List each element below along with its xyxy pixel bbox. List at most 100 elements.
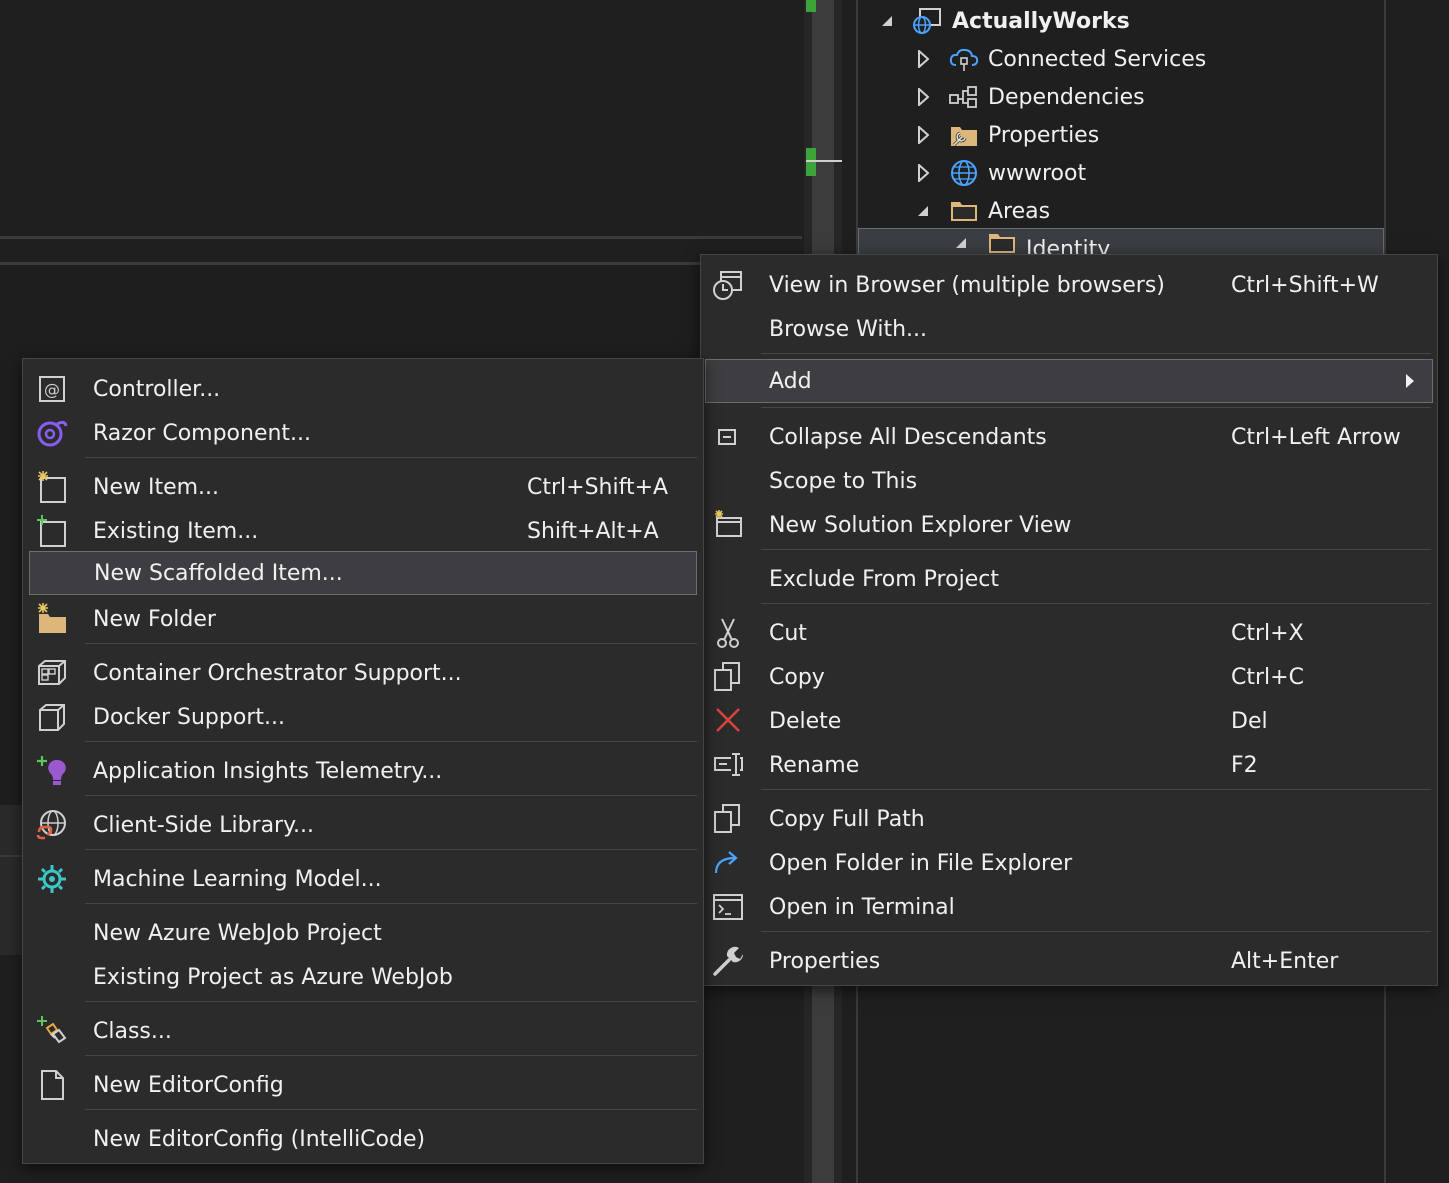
tree-item-label: Connected Services	[988, 46, 1207, 72]
caret-marker	[806, 160, 842, 162]
web-project-icon	[912, 7, 944, 35]
menu-separator	[761, 931, 1431, 932]
menu-item-cut[interactable]: Cut Ctrl+X	[701, 611, 1437, 655]
terminal-icon	[711, 890, 745, 924]
bottom-panel	[0, 805, 24, 955]
scissors-icon	[711, 616, 745, 650]
app-insights-icon	[35, 754, 69, 788]
expanded-arrow-icon[interactable]	[912, 204, 934, 218]
menu-separator	[761, 549, 1431, 550]
menu-separator	[85, 741, 697, 742]
view-in-browser-icon	[711, 268, 745, 302]
ml-model-icon	[35, 862, 69, 896]
editor-pane	[0, 0, 802, 236]
menu-item-delete[interactable]: Delete Del	[701, 699, 1437, 743]
submenu-item-class[interactable]: Class...	[23, 1009, 703, 1053]
menu-separator	[761, 353, 1431, 354]
submenu-item-new-item[interactable]: New Item... Ctrl+Shift+A	[23, 465, 703, 509]
submenu-item-existing-item[interactable]: Existing Item... Shift+Alt+A	[23, 509, 703, 553]
menu-item-add[interactable]: Add	[705, 359, 1433, 403]
razor-icon	[35, 416, 69, 450]
menu-item-exclude-from-project[interactable]: Exclude From Project	[701, 557, 1437, 601]
menu-separator	[85, 903, 697, 904]
submenu-item-new-azure-webjob[interactable]: New Azure WebJob Project	[23, 911, 703, 955]
class-icon	[35, 1014, 69, 1048]
collapsed-arrow-icon[interactable]	[912, 126, 934, 144]
submenu-item-ml-model[interactable]: Machine Learning Model...	[23, 857, 703, 901]
dependencies-icon	[948, 83, 980, 111]
panel-divider	[0, 855, 24, 857]
submenu-item-client-side-library[interactable]: Client-Side Library...	[23, 803, 703, 847]
docker-icon	[35, 700, 69, 734]
menu-item-properties[interactable]: Properties Alt+Enter	[701, 939, 1437, 983]
menu-item-collapse-all[interactable]: Collapse All Descendants Ctrl+Left Arrow	[701, 415, 1437, 459]
submenu-item-app-insights[interactable]: Application Insights Telemetry...	[23, 749, 703, 793]
folder-icon	[948, 197, 980, 225]
add-submenu: @ Controller... Razor Component... New I…	[22, 358, 704, 1164]
menu-item-view-in-browser[interactable]: View in Browser (multiple browsers) Ctrl…	[701, 263, 1437, 307]
menu-item-open-in-terminal[interactable]: Open in Terminal	[701, 885, 1437, 929]
tree-item-connected-services[interactable]: Connected Services	[912, 40, 1206, 78]
tree-item-areas[interactable]: Areas	[912, 192, 1050, 230]
tree-item-wwwroot[interactable]: wwwroot	[912, 154, 1086, 192]
tree-item-label: wwwroot	[988, 160, 1087, 186]
submenu-item-new-folder[interactable]: New Folder	[23, 597, 703, 641]
context-menu: View in Browser (multiple browsers) Ctrl…	[700, 254, 1438, 986]
submenu-item-new-scaffolded-item[interactable]: New Scaffolded Item...	[29, 551, 697, 595]
change-marker	[806, 148, 816, 176]
expanded-arrow-icon[interactable]	[876, 14, 898, 28]
collapse-icon	[711, 420, 745, 454]
delete-icon	[711, 704, 745, 738]
collapsed-arrow-icon[interactable]	[912, 50, 934, 68]
tree-item-label: Properties	[988, 122, 1100, 148]
existing-item-icon	[35, 514, 69, 548]
tree-item-properties[interactable]: Properties	[912, 116, 1099, 154]
submenu-item-new-editorconfig[interactable]: New EditorConfig	[23, 1063, 703, 1107]
file-icon	[35, 1068, 69, 1102]
properties-folder-icon	[948, 121, 980, 149]
submenu-item-new-editorconfig-intellicode[interactable]: New EditorConfig (IntelliCode)	[23, 1117, 703, 1161]
open-folder-icon	[711, 846, 745, 880]
menu-separator	[85, 849, 697, 850]
globe-icon	[948, 159, 980, 187]
menu-separator	[85, 457, 697, 458]
container-icon	[35, 656, 69, 690]
new-folder-icon	[35, 602, 69, 636]
tree-item-identity[interactable]: Identity	[950, 230, 1110, 256]
menu-item-rename[interactable]: Rename F2	[701, 743, 1437, 787]
collapsed-arrow-icon[interactable]	[912, 164, 934, 182]
collapsed-arrow-icon[interactable]	[912, 88, 934, 106]
submenu-item-controller[interactable]: @ Controller...	[23, 367, 703, 411]
new-view-icon	[711, 508, 745, 542]
client-library-icon	[35, 808, 69, 842]
new-item-icon	[35, 470, 69, 504]
copy-icon	[711, 660, 745, 694]
tree-project-node[interactable]: ActuallyWorks	[876, 2, 1130, 40]
tree-item-dependencies[interactable]: Dependencies	[912, 78, 1145, 116]
submenu-arrow-icon	[1406, 374, 1414, 388]
submenu-item-existing-azure-webjob[interactable]: Existing Project as Azure WebJob	[23, 955, 703, 999]
menu-item-browse-with[interactable]: Browse With...	[701, 307, 1437, 351]
menu-item-new-solution-explorer-view[interactable]: New Solution Explorer View	[701, 503, 1437, 547]
menu-separator	[761, 603, 1431, 604]
menu-item-scope-to-this[interactable]: Scope to This	[701, 459, 1437, 503]
controller-icon: @	[35, 372, 69, 406]
menu-separator	[85, 1055, 697, 1056]
submenu-item-docker-support[interactable]: Docker Support...	[23, 695, 703, 739]
menu-separator	[85, 1109, 697, 1110]
menu-item-copy-full-path[interactable]: Copy Full Path	[701, 797, 1437, 841]
svg-text:@: @	[44, 380, 60, 399]
submenu-item-container-orchestrator[interactable]: Container Orchestrator Support...	[23, 651, 703, 695]
tree-item-label: Dependencies	[988, 84, 1145, 110]
menu-separator	[85, 643, 697, 644]
pane-divider[interactable]	[0, 236, 802, 239]
menu-separator	[85, 1001, 697, 1002]
tree-item-label: Areas	[988, 198, 1051, 224]
menu-item-open-folder[interactable]: Open Folder in File Explorer	[701, 841, 1437, 885]
menu-separator	[85, 795, 697, 796]
menu-separator	[761, 407, 1431, 408]
expanded-arrow-icon[interactable]	[950, 236, 972, 250]
submenu-item-razor-component[interactable]: Razor Component...	[23, 411, 703, 455]
menu-item-copy[interactable]: Copy Ctrl+C	[701, 655, 1437, 699]
tree-project-label: ActuallyWorks	[952, 8, 1130, 34]
